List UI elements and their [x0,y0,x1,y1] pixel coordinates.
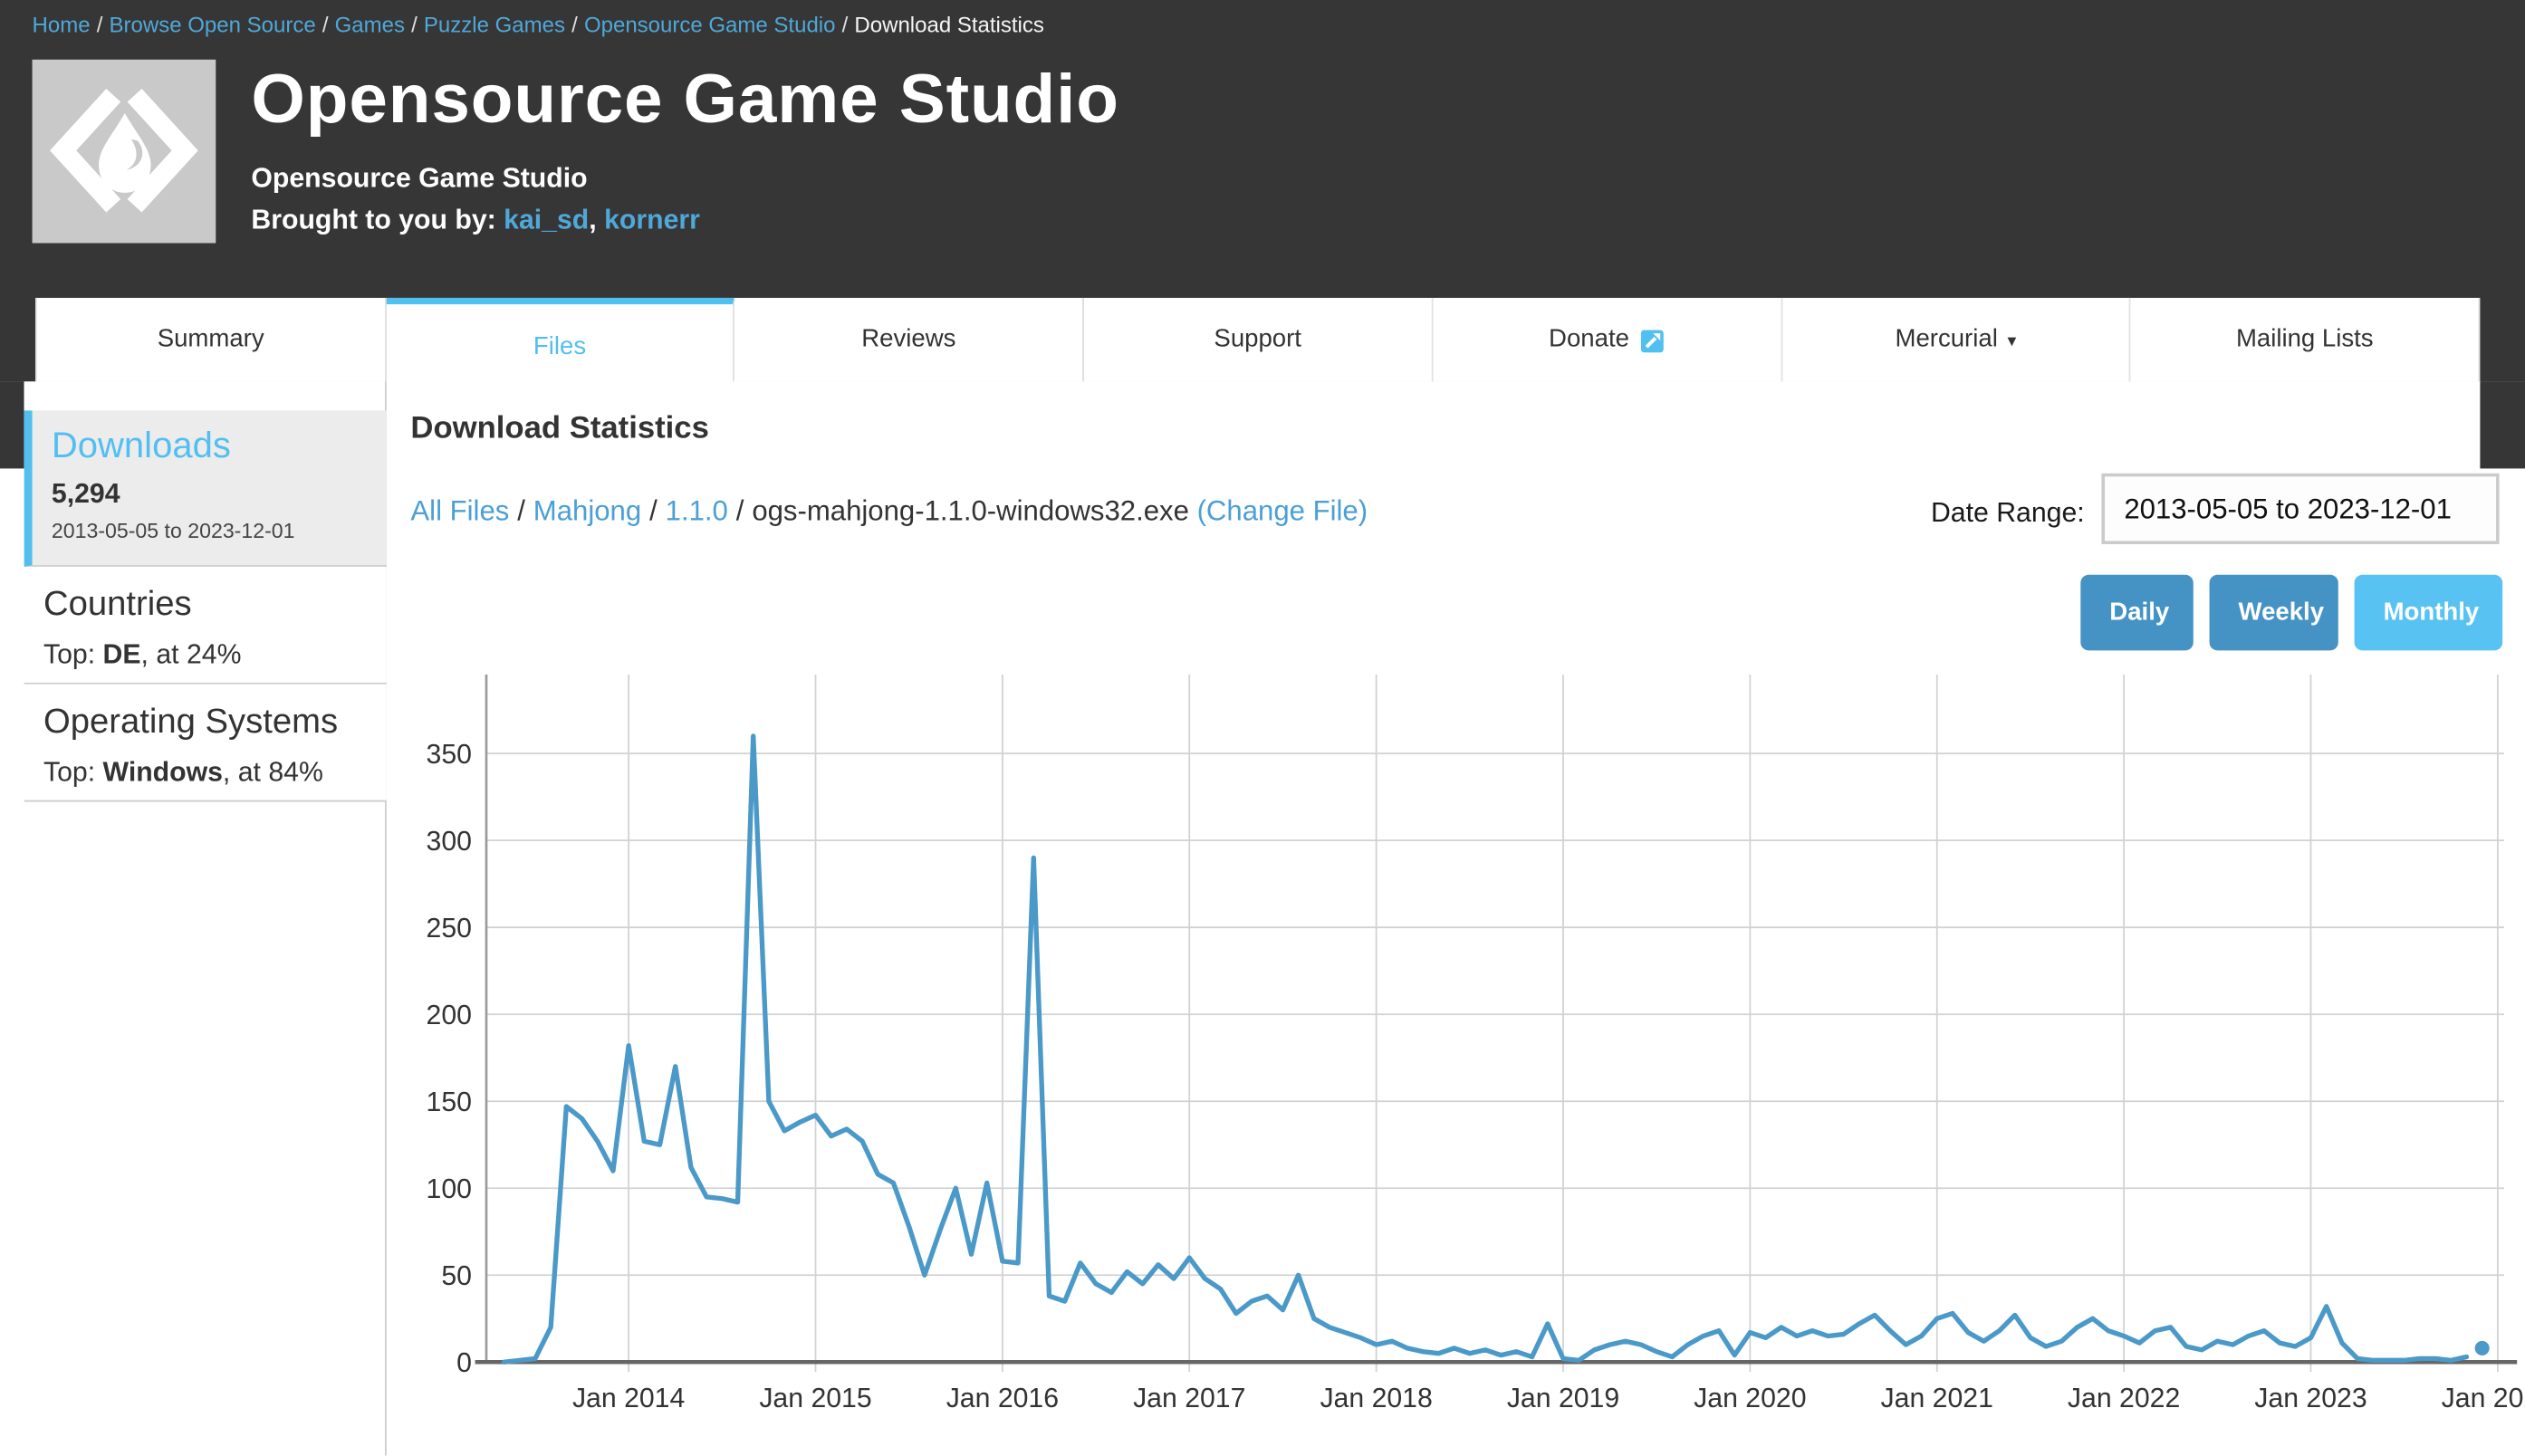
breadcrumb-current-page: Download Statistics [854,13,1043,37]
svg-text:Jan 2016: Jan 2016 [946,1384,1059,1413]
downloads-line-chart: 0 50 100 150 200 250 300 350 Jan 2014 Jan 2015 Jan… [410,668,2525,1438]
svg-text:50: 50 [441,1261,472,1291]
svg-text:Jan 2017: Jan 2017 [1133,1384,1245,1413]
svg-text:Jan 2019: Jan 2019 [1507,1384,1619,1413]
granularity-button-group: Daily Weekly Monthly [2080,575,2502,651]
svg-text:300: 300 [427,827,472,857]
countries-top-suffix: , at 24% [141,639,242,670]
svg-text:100: 100 [427,1174,472,1204]
date-range-label: Date Range: [1931,497,2085,530]
breadcrumb: Home/Browse Open Source/Games/Puzzle Gam… [33,13,1044,37]
author-link-kai-sd[interactable]: kai_sd [504,205,589,235]
header-background-right-notch [2480,381,2525,468]
project-logo [33,60,216,244]
svg-text:350: 350 [427,740,472,770]
byline-author-separator: , [589,205,596,235]
countries-top-value: DE [103,639,141,670]
stats-sidebar: Downloads 5,294 2013-05-05 to 2023-12-01… [24,381,387,1455]
breadcrumb-puzzle-games[interactable]: Puzzle Games [424,13,565,37]
tab-summary-label: Summary [158,325,264,354]
svg-text:Jan 2024: Jan 2024 [2442,1384,2525,1413]
daily-button[interactable]: Daily [2080,575,2193,651]
byline: Brought to you by: kai_sd, kornerr [251,205,700,237]
project-subtitle: Opensource Game Studio [251,163,587,196]
weekly-button[interactable]: Weekly [2210,575,2338,651]
tab-support[interactable]: Support [1084,298,1433,383]
tab-donate[interactable]: Donate [1433,298,1781,383]
tab-support-label: Support [1214,325,1301,354]
svg-text:200: 200 [427,1001,472,1030]
tab-reviews-label: Reviews [861,325,955,354]
file-path-mahjong[interactable]: Mahjong [533,494,641,527]
os-top-stat: Top: Windows, at 84% [43,757,387,790]
tab-mailing-lists[interactable]: Mailing Lists [2131,298,2480,383]
breadcrumb-separator: / [842,13,849,37]
tab-mailing-lists-label: Mailing Lists [2236,325,2374,354]
breadcrumb-separator: / [411,13,418,37]
sidebar-item-countries[interactable]: Countries Top: DE, at 24% [24,567,387,685]
breadcrumb-separator: / [97,13,103,37]
change-file-link[interactable]: (Change File) [1197,494,1368,527]
byline-prefix: Brought to you by: [251,205,495,235]
svg-text:Jan 2020: Jan 2020 [1694,1384,1806,1413]
svg-text:Jan 2014: Jan 2014 [572,1384,685,1413]
os-title: Operating Systems [43,702,387,742]
tab-files[interactable]: Files [386,298,734,389]
page: Home/Browse Open Source/Games/Puzzle Gam… [0,0,2525,1455]
svg-text:0: 0 [456,1348,472,1378]
file-path-separator: / [517,494,525,527]
os-top-suffix: , at 84% [223,757,323,788]
svg-text:Jan 2021: Jan 2021 [1881,1384,1993,1413]
breadcrumb-games[interactable]: Games [335,13,405,37]
donate-external-icon [1640,328,1665,352]
svg-text:250: 250 [427,914,472,944]
breadcrumb-separator: / [571,13,578,37]
downloads-count: 5,294 [52,478,387,511]
file-path-all-files[interactable]: All Files [410,494,509,527]
page-title: Opensource Game Studio [251,62,1119,140]
file-path-separator: / [649,494,658,527]
tab-mercurial[interactable]: Mercurial ▾ [1782,298,2131,383]
svg-text:Jan 2015: Jan 2015 [759,1384,871,1413]
chevron-down-icon: ▾ [2007,330,2016,350]
sidebar-item-downloads[interactable]: Downloads 5,294 2013-05-05 to 2023-12-01 [24,410,387,566]
tab-donate-label: Donate [1549,325,1629,354]
countries-top-stat: Top: DE, at 24% [43,639,387,672]
svg-text:Jan 2022: Jan 2022 [2068,1384,2180,1413]
header-background-left-notch [0,381,24,468]
file-path-version[interactable]: 1.1.0 [666,494,728,527]
breadcrumb-separator: / [322,13,329,37]
os-top-value: Windows [103,757,223,788]
file-name: ogs-mahjong-1.1.0-windows32.exe [752,494,1189,527]
page-heading: Download Statistics [410,410,708,447]
date-range-input[interactable] [2101,474,2499,544]
breadcrumb-home[interactable]: Home [33,13,91,37]
file-path-breadcrumb: All Files/Mahjong/1.1.0/ogs-mahjong-1.1.… [410,494,1368,528]
countries-top-prefix: Top: [43,639,103,670]
downloads-date-range: 2013-05-05 to 2023-12-01 [52,519,387,543]
breadcrumb-browse-open-source[interactable]: Browse Open Source [110,13,316,37]
downloads-chart: 0 50 100 150 200 250 300 350 Jan 2014 Jan 2015 Jan… [410,668,2525,1438]
tab-reviews[interactable]: Reviews [735,298,1084,383]
author-link-kornerr[interactable]: kornerr [604,205,700,235]
svg-text:Jan 2018: Jan 2018 [1320,1384,1432,1413]
tab-bar: Summary Files Reviews Support Donate Mer… [35,298,2480,389]
monthly-button[interactable]: Monthly [2355,575,2503,651]
file-path-separator: / [736,494,744,527]
svg-text:150: 150 [427,1087,472,1117]
svg-text:Jan 2023: Jan 2023 [2254,1384,2367,1413]
tab-mercurial-label: Mercurial [1895,325,1997,354]
countries-title: Countries [43,584,387,624]
tab-summary[interactable]: Summary [35,298,386,383]
os-top-prefix: Top: [43,757,103,788]
project-logo-icon [33,60,216,244]
downloads-title: Downloads [52,425,387,466]
breadcrumb-project[interactable]: Opensource Game Studio [584,13,836,37]
sidebar-item-operating-systems[interactable]: Operating Systems Top: Windows, at 84% [24,685,387,802]
tab-files-label: Files [533,332,586,361]
